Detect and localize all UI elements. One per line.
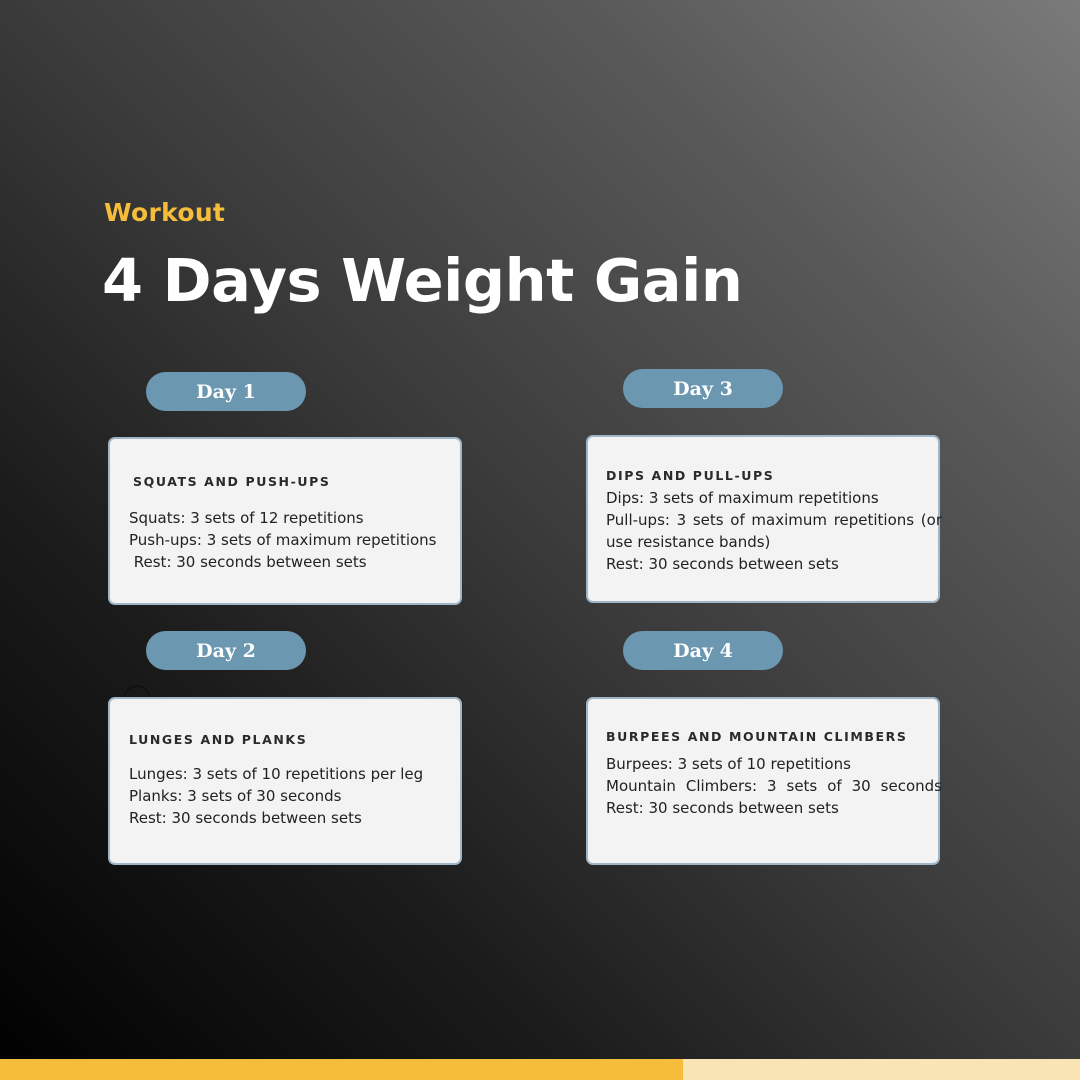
day-2-label: Day 2: [196, 639, 256, 662]
day-4-line-3: Rest: 30 seconds between sets: [606, 799, 839, 817]
day-4-line-2: Mountain Climbers: 3 sets of 30 seconds: [606, 777, 942, 795]
day-3-line-1: Dips: 3 sets of maximum repetitions: [606, 489, 879, 507]
day-1-line-3: Rest: 30 seconds between sets: [129, 553, 367, 571]
day-1-card: SQUATS AND PUSH-UPS Squats: 3 sets of 12…: [108, 437, 462, 605]
day-2-card: LUNGES AND PLANKS Lunges: 3 sets of 10 r…: [108, 697, 462, 865]
day-1-line-2: Push-ups: 3 sets of maximum repetitions: [129, 531, 437, 549]
day-3-lines: Dips: 3 sets of maximum repetitions Pull…: [606, 487, 942, 575]
day-4-lines: Burpees: 3 sets of 10 repetitions Mounta…: [606, 753, 942, 819]
day-4-pill: Day 4: [623, 631, 783, 670]
day-3-line-2: Pull-ups: 3 sets of maximum repetitions …: [606, 511, 942, 551]
day-4-card: BURPEES AND MOUNTAIN CLIMBERS Burpees: 3…: [586, 697, 942, 865]
day-2-line-1: Lunges: 3 sets of 10 repetitions per leg: [129, 765, 424, 783]
day-2-line-3: Rest: 30 seconds between sets: [129, 809, 362, 827]
day-4-label: Day 4: [673, 639, 733, 662]
day-2-heading: LUNGES AND PLANKS: [129, 732, 308, 747]
day-3-heading: DIPS AND PULL-UPS: [606, 468, 775, 483]
day-2-lines: Lunges: 3 sets of 10 repetitions per leg…: [129, 763, 459, 829]
day-3-label: Day 3: [673, 377, 733, 400]
page-title: 4 Days Weight Gain: [102, 246, 743, 315]
day-1-line-1: Squats: 3 sets of 12 repetitions: [129, 509, 364, 527]
day-4-line-1: Burpees: 3 sets of 10 repetitions: [606, 755, 851, 773]
day-3-card: DIPS AND PULL-UPS Dips: 3 sets of maximu…: [586, 435, 942, 603]
day-1-pill: Day 1: [146, 372, 306, 411]
footer-bar-accent: [0, 1059, 683, 1080]
footer-bar-light: [683, 1059, 1080, 1080]
day-2-line-2: Planks: 3 sets of 30 seconds: [129, 787, 342, 805]
eyebrow-label: Workout: [104, 198, 226, 227]
day-3-line-3: Rest: 30 seconds between sets: [606, 555, 839, 573]
day-4-heading: BURPEES AND MOUNTAIN CLIMBERS: [606, 729, 908, 744]
day-1-label: Day 1: [196, 380, 256, 403]
day-3-pill: Day 3: [623, 369, 783, 408]
day-1-lines: Squats: 3 sets of 12 repetitions Push-up…: [129, 507, 459, 573]
day-1-heading: SQUATS AND PUSH-UPS: [133, 474, 331, 489]
day-2-pill: Day 2: [146, 631, 306, 670]
